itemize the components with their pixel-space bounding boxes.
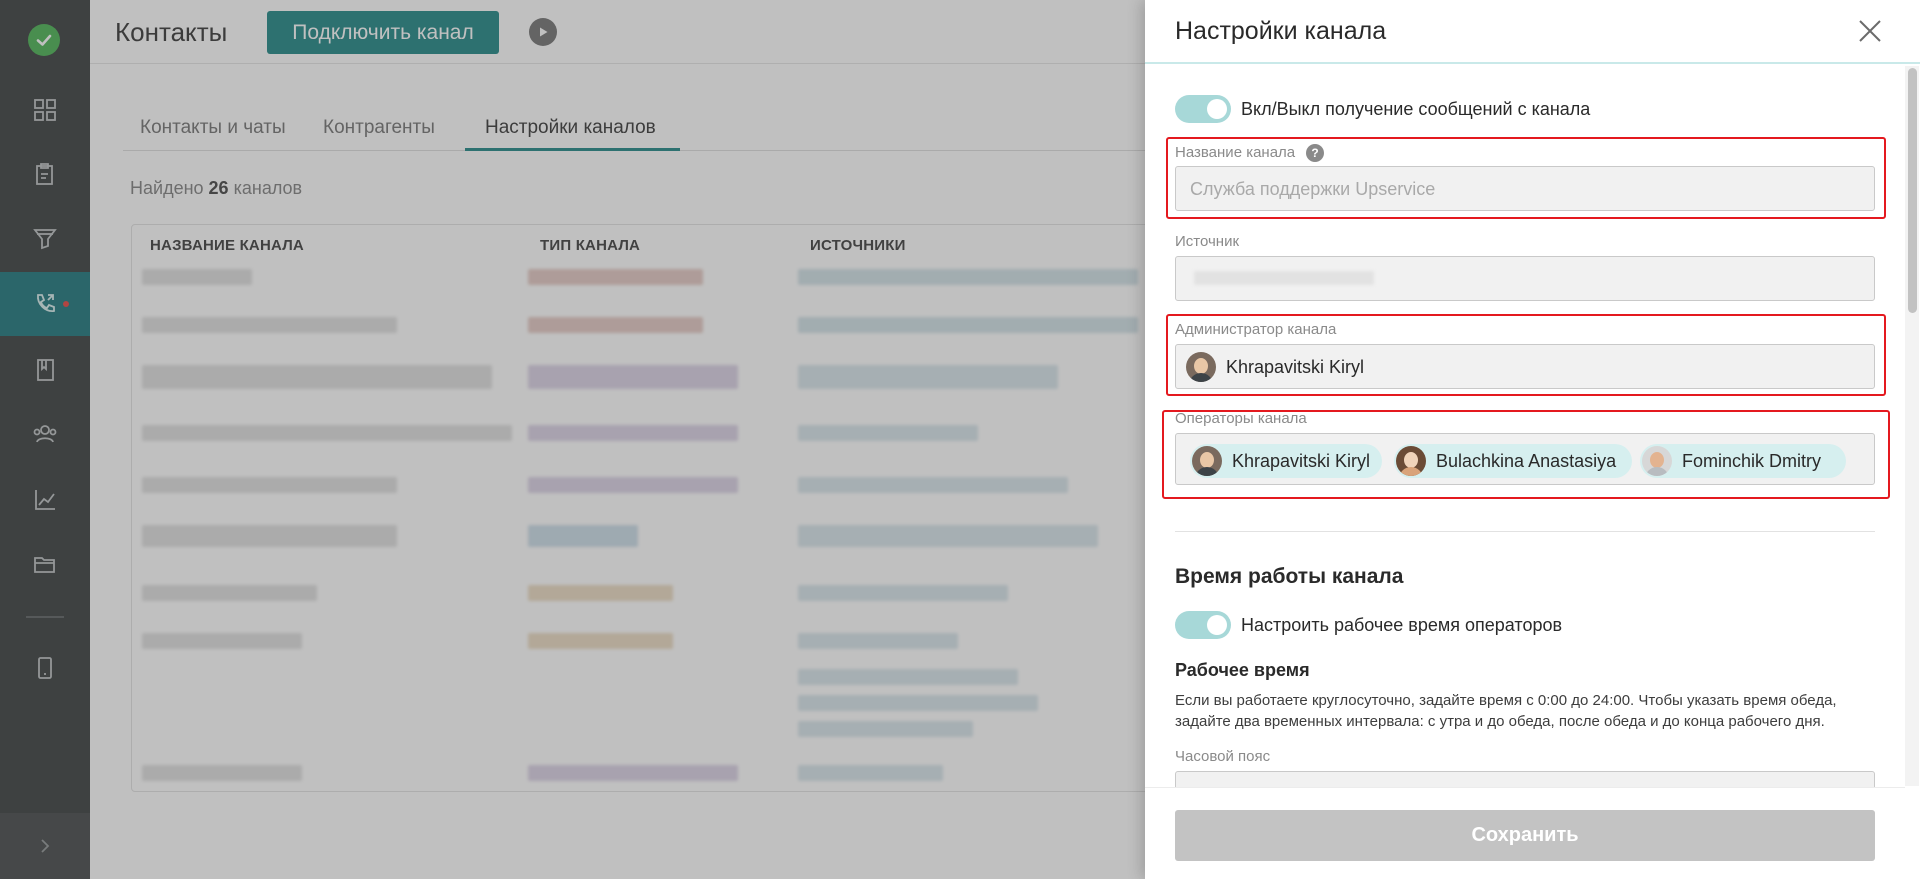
- panel-title: Настройки канала: [1175, 17, 1387, 45]
- receive-messages-label: Вкл/Выкл получение сообщений с канала: [1241, 99, 1591, 119]
- receive-messages-toggle[interactable]: [1175, 95, 1231, 123]
- work-hours-title: Рабочее время: [1175, 660, 1310, 680]
- highlight-channel-name: [1166, 137, 1886, 219]
- save-button[interactable]: Сохранить: [1175, 810, 1875, 861]
- panel-footer: Сохранить: [1145, 787, 1905, 879]
- work-time-toggle-label: Настроить рабочее время операторов: [1241, 615, 1563, 635]
- highlight-operators: [1162, 410, 1890, 499]
- work-time-section-title: Время работы канала: [1175, 565, 1404, 588]
- close-icon[interactable]: [1855, 16, 1885, 46]
- timezone-label: Часовой пояс: [1175, 748, 1271, 765]
- source-input[interactable]: [1175, 256, 1875, 301]
- highlight-admin: [1166, 314, 1886, 396]
- panel-header: Настройки канала: [1145, 0, 1920, 64]
- work-time-toggle[interactable]: [1175, 611, 1231, 639]
- scrollbar-thumb[interactable]: [1908, 68, 1917, 313]
- modal-backdrop[interactable]: [0, 0, 1145, 879]
- source-label: Источник: [1175, 233, 1240, 250]
- work-hours-hint: Если вы работаете круглосуточно, задайте…: [1175, 692, 1837, 730]
- section-divider: [1175, 531, 1875, 532]
- channel-settings-panel: Настройки канала Вкл/Выкл получение сооб…: [1145, 0, 1920, 879]
